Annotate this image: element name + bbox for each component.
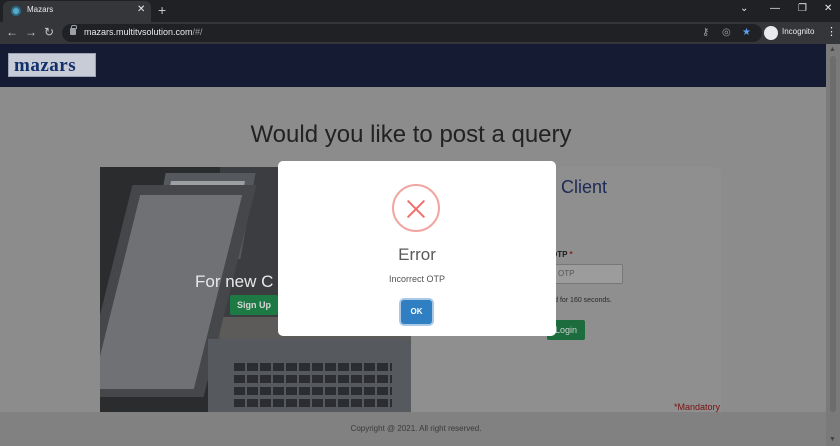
browser-tab[interactable]: Mazars ✕: [3, 1, 151, 22]
otp-input[interactable]: OTP: [551, 264, 623, 284]
mazars-logo[interactable]: mazars: [8, 53, 96, 77]
restore-button[interactable]: ❐: [798, 2, 807, 16]
keyboard-row: [234, 399, 392, 407]
reload-button[interactable]: ↻: [44, 25, 54, 39]
dialog-message: Incorrect OTP: [388, 274, 445, 284]
scroll-down-icon[interactable]: ▼: [829, 436, 836, 443]
x-mark: [406, 198, 426, 218]
url-text[interactable]: mazars.multitvsolution.com/#/: [84, 27, 203, 37]
url-host: mazars.multitvsolution.com: [84, 27, 193, 37]
site-footer: Copyright @ 2021. All right reserved.: [0, 412, 826, 446]
minimize-button[interactable]: —: [770, 2, 780, 16]
incognito-icon: [764, 26, 778, 40]
site-header: mazars: [0, 44, 826, 87]
eye-off-icon[interactable]: ◎: [722, 26, 731, 40]
key-icon[interactable]: ⚷: [702, 26, 709, 40]
incognito-indicator[interactable]: Incognito: [764, 25, 820, 41]
keyboard-row: [234, 375, 392, 383]
error-dialog: Error Incorrect OTP OK: [278, 161, 556, 336]
scroll-up-icon[interactable]: ▲: [829, 46, 836, 53]
required-mark: *: [569, 250, 573, 259]
ok-button[interactable]: OK: [401, 300, 432, 324]
tab-search-icon[interactable]: ⌄: [740, 2, 748, 16]
tab-close-icon[interactable]: ✕: [137, 4, 145, 16]
url-path: /#/: [192, 27, 203, 37]
keyboard-row: [234, 387, 392, 395]
new-tab-button[interactable]: +: [158, 2, 166, 18]
close-window-button[interactable]: ✕: [824, 2, 832, 16]
address-bar[interactable]: mazars.multitvsolution.com/#/ ⚷ ◎ ★: [62, 24, 762, 42]
new-client-caption: For new C: [195, 272, 274, 291]
dialog-title: Error: [398, 245, 436, 264]
bookmark-star-icon[interactable]: ★: [742, 26, 751, 40]
back-button[interactable]: ←: [6, 25, 18, 39]
keyboard-row: [234, 363, 392, 371]
mandatory-note: *Mandatory: [674, 402, 721, 412]
page-title: Would you like to post a query: [250, 121, 572, 148]
browser-toolbar: ← → ↻ mazars.multitvsolution.com/#/ ⚷ ◎ …: [0, 22, 840, 44]
incognito-label: Incognito: [782, 27, 815, 36]
signup-button[interactable]: Sign Up: [230, 295, 278, 315]
browser-menu-icon[interactable]: ⋮: [826, 25, 837, 39]
favicon-icon: [11, 6, 21, 16]
logo-text: mazars: [14, 55, 77, 76]
error-x-icon: [392, 184, 440, 232]
otp-validity-note: lid for 160 seconds.: [551, 297, 612, 304]
lock-icon[interactable]: [70, 25, 77, 35]
copyright-text: Copyright @ 2021. All right reserved.: [350, 424, 482, 433]
tab-title: Mazars: [27, 5, 54, 14]
scrollbar-thumb[interactable]: [830, 56, 836, 412]
browser-tab-bar: Mazars ✕ + ⌄ — ❐ ✕: [0, 0, 840, 22]
forward-button[interactable]: →: [25, 25, 37, 39]
page-scrollbar[interactable]: ▲ ▼: [826, 44, 840, 446]
